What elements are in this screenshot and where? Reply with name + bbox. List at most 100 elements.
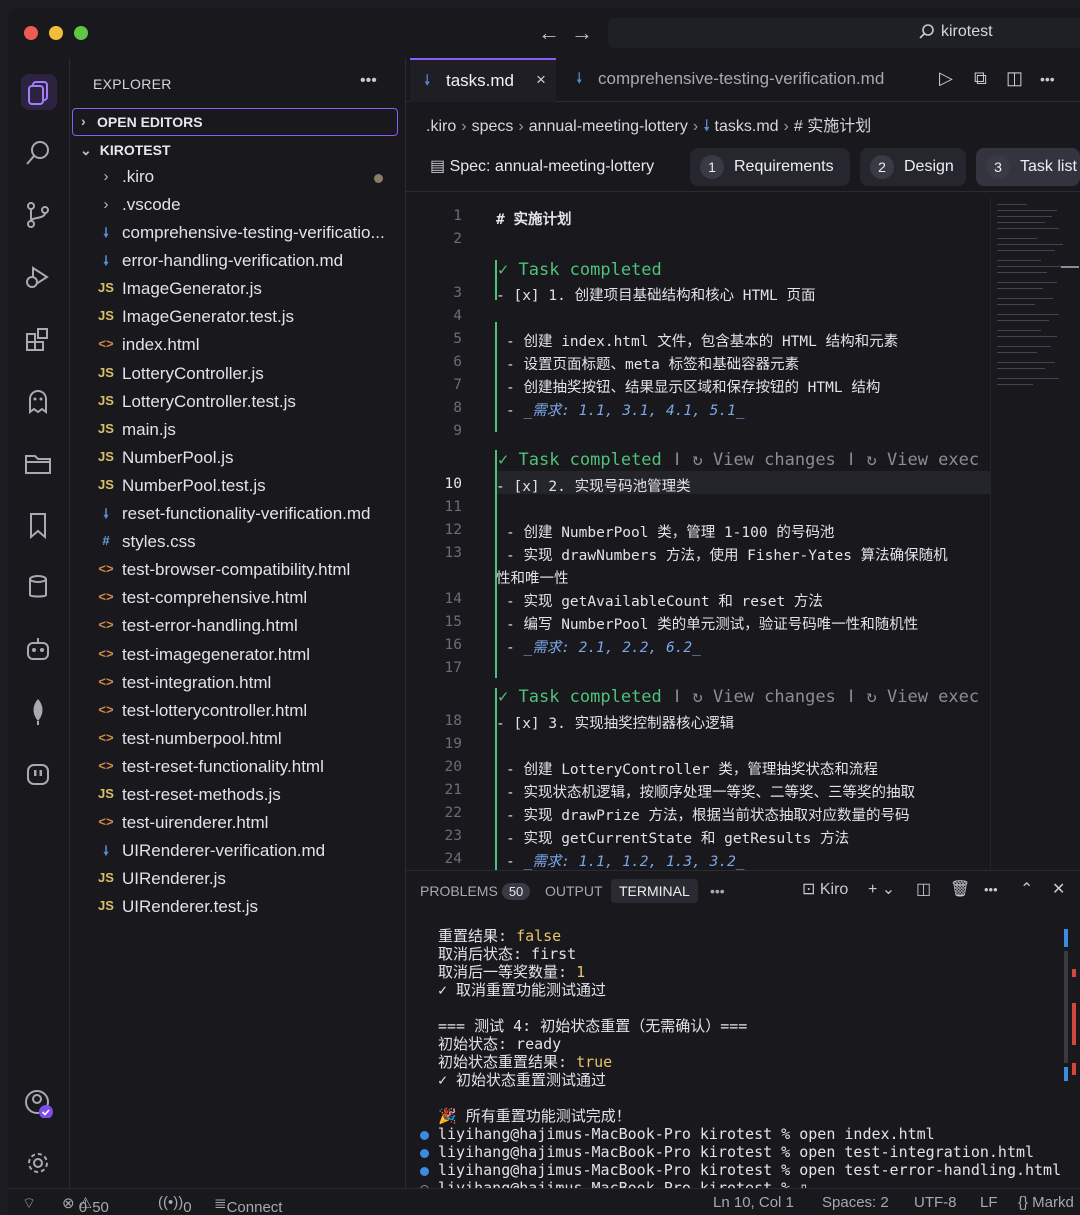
breadcrumb-item[interactable]: tasks.md — [715, 118, 779, 135]
leaf-icon[interactable] — [23, 696, 55, 728]
indentation-status[interactable]: Spaces: 2 — [822, 1194, 889, 1211]
file-item[interactable]: JS NumberPool.test.js — [70, 473, 406, 501]
more-actions-icon[interactable]: ••• — [1040, 71, 1055, 87]
database-icon[interactable] — [23, 572, 55, 604]
close-icon[interactable]: × — [536, 70, 546, 90]
tab-tasks-md[interactable]: 🠗 tasks.md × — [410, 58, 556, 102]
breadcrumb-item[interactable]: annual-meeting-lottery — [529, 118, 688, 135]
more-actions-icon[interactable]: ••• — [360, 72, 377, 90]
eol-status[interactable]: LF — [980, 1194, 998, 1211]
file-item[interactable]: <> index.html — [70, 332, 406, 360]
tab-terminal[interactable]: TERMINAL — [611, 879, 698, 903]
source-control-icon[interactable] — [23, 200, 55, 232]
maximize-panel-icon[interactable]: ⌃ — [1020, 879, 1033, 899]
file-item[interactable]: JS main.js — [70, 417, 406, 445]
terminal-shell-selector[interactable]: ⊡ Kiro — [802, 879, 848, 899]
cursor-position[interactable]: Ln 10, Col 1 — [713, 1194, 794, 1211]
file-item[interactable]: <> test-imagegenerator.html — [70, 642, 406, 670]
file-item[interactable]: JS test-reset-methods.js — [70, 782, 406, 810]
minimap[interactable] — [990, 198, 1080, 870]
workspace-root[interactable]: ⌄ KIROTEST — [80, 142, 171, 159]
task-status-2: ✓ Task completed ǀ ↻ View changes ǀ ↻ Vi… — [498, 450, 980, 470]
more-actions-icon[interactable]: ••• — [710, 883, 725, 899]
tab-comprehensive-testing[interactable]: 🠗 comprehensive-testing-verification.md — [558, 58, 918, 102]
tab-problems[interactable]: PROBLEMS 50 — [420, 883, 531, 900]
file-item[interactable]: <> test-lotterycontroller.html — [70, 698, 406, 726]
view-changes-link[interactable]: View changes — [713, 450, 836, 470]
file-item[interactable]: <> test-error-handling.html — [70, 613, 406, 641]
explorer-icon[interactable] — [21, 74, 57, 110]
forward-arrow-icon[interactable]: → — [571, 20, 593, 46]
view-execution-link[interactable]: View exec — [887, 450, 979, 470]
kiro-ghost-icon[interactable] — [23, 386, 55, 418]
tab-output[interactable]: OUTPUT — [545, 883, 603, 899]
folder-vscode[interactable]: › .vscode — [70, 192, 406, 220]
spec-tab-requirements[interactable]: 1 Requirements — [690, 148, 850, 186]
bookmark-icon[interactable] — [23, 510, 55, 542]
file-item[interactable]: <> test-reset-functionality.html — [70, 754, 406, 782]
database-connect[interactable]: ≣ Connect — [214, 1194, 282, 1215]
command-center-search[interactable]: kirotest — [608, 18, 1080, 48]
split-terminal-icon[interactable]: ◫ — [916, 879, 931, 899]
spec-tab-design[interactable]: 2 Design — [860, 148, 966, 186]
file-item[interactable]: JS UIRenderer.test.js — [70, 894, 406, 922]
run-icon[interactable]: ▷ — [939, 68, 953, 89]
split-editor-icon[interactable]: ◫ — [1006, 68, 1023, 89]
close-window-button[interactable] — [24, 26, 38, 40]
new-terminal-icon[interactable]: + ⌄ — [868, 879, 895, 899]
file-item[interactable]: # styles.css — [70, 529, 406, 557]
file-item[interactable]: JS LotteryController.js — [70, 361, 406, 389]
file-item[interactable]: 🠗 error-handling-verification.md — [70, 248, 406, 276]
file-item[interactable]: JS ImageGenerator.test.js — [70, 304, 406, 332]
breadcrumb-item[interactable]: .kiro — [426, 118, 456, 135]
more-actions-icon[interactable]: ••• — [984, 882, 998, 897]
breadcrumb-item[interactable]: specs — [472, 118, 514, 135]
account-icon[interactable] — [23, 1088, 55, 1120]
code-editor[interactable]: 1 # 实施计划 2 ✓ Task completed 3 - [x] 1. 创… — [406, 198, 1080, 870]
encoding-status[interactable]: UTF-8 — [914, 1194, 957, 1211]
file-item[interactable]: <> test-uirenderer.html — [70, 810, 406, 838]
search-icon[interactable] — [23, 138, 55, 170]
back-arrow-icon[interactable]: ← — [538, 20, 560, 46]
bot-icon[interactable] — [23, 758, 55, 790]
line-number: 1 — [453, 208, 462, 224]
file-item[interactable]: <> test-integration.html — [70, 670, 406, 698]
problems-status[interactable]: ⊗ 0 ⚠ 50 — [62, 1194, 109, 1215]
terminal-scrollbar[interactable] — [1064, 951, 1068, 1063]
spec-tab-task-list[interactable]: 3 Task list — [976, 148, 1080, 186]
file-item[interactable]: JS ImageGenerator.js — [70, 276, 406, 304]
file-item[interactable]: <> test-comprehensive.html — [70, 585, 406, 613]
ports-status[interactable]: ((•)) 0 — [158, 1194, 192, 1215]
remote-icon[interactable]: ⌔ — [22, 1194, 36, 1213]
open-preview-icon[interactable]: ⧉ — [974, 68, 987, 89]
file-item[interactable]: 🠗 comprehensive-testing-verificatio... — [70, 220, 406, 248]
line-number: 23 — [444, 828, 462, 844]
terminal-output[interactable]: 重置结果: false 取消后状态: first 取消后一等奖数量: 1 ✓ 取消重置… — [438, 927, 1061, 1197]
file-item[interactable]: JS LotteryController.test.js — [70, 389, 406, 417]
file-item[interactable]: <> test-browser-compatibility.html — [70, 557, 406, 585]
zoom-window-button[interactable] — [74, 26, 88, 40]
minimap-line — [997, 266, 1061, 267]
file-item[interactable]: <> test-numberpool.html — [70, 726, 406, 754]
file-item[interactable]: JS UIRenderer.js — [70, 866, 406, 894]
trash-icon[interactable]: 🗑 — [950, 879, 970, 899]
view-changes-link[interactable]: View changes — [713, 687, 836, 707]
run-debug-icon[interactable] — [23, 262, 55, 294]
file-item[interactable]: JS NumberPool.js — [70, 445, 406, 473]
extensions-icon[interactable] — [23, 324, 55, 356]
language-mode[interactable]: {} Markd — [1018, 1194, 1074, 1211]
file-label: LotteryController.test.js — [122, 391, 296, 411]
breadcrumb-item[interactable]: # 实施计划 — [794, 118, 871, 135]
close-panel-icon[interactable]: ✕ — [1052, 879, 1065, 899]
view-execution-link[interactable]: View exec — [887, 687, 979, 707]
file-item[interactable]: 🠗 UIRenderer-verification.md — [70, 838, 406, 866]
file-item[interactable]: 🠗 reset-functionality-verification.md — [70, 501, 406, 529]
robot-icon[interactable] — [23, 634, 55, 666]
open-editors-section[interactable]: › OPEN EDITORS — [72, 108, 398, 136]
settings-gear-icon[interactable] — [23, 1148, 55, 1180]
folder-kiro[interactable]: › .kiro — [70, 164, 406, 192]
folder-icon[interactable] — [23, 448, 55, 480]
minimize-window-button[interactable] — [49, 26, 63, 40]
file-label: test-reset-functionality.html — [122, 756, 324, 776]
line-number: 6 — [453, 354, 462, 370]
